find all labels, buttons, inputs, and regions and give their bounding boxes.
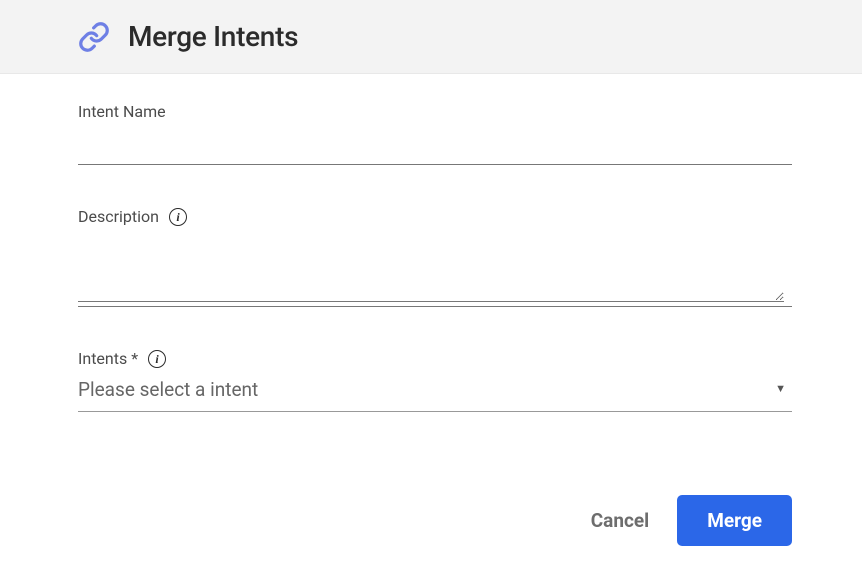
field-intents: Intents * i Please select a intent ▼ (78, 349, 784, 412)
intent-name-label: Intent Name (78, 102, 784, 121)
dialog-actions: Cancel Merge (591, 495, 792, 546)
intents-select[interactable]: Please select a intent ▼ (78, 376, 792, 412)
description-label-text: Description (78, 207, 159, 226)
chevron-down-icon: ▼ (775, 382, 786, 395)
description-wrap (78, 232, 792, 307)
intents-label-text: Intents * (78, 349, 138, 368)
description-label: Description i (78, 207, 784, 226)
form-area: Intent Name Description i Intents * i Pl… (0, 74, 862, 412)
cancel-button[interactable]: Cancel (591, 509, 649, 532)
info-icon[interactable]: i (148, 350, 166, 368)
field-intent-name: Intent Name (78, 102, 784, 165)
dialog-header: Merge Intents (0, 0, 862, 74)
intents-select-placeholder: Please select a intent (78, 378, 258, 401)
merge-button[interactable]: Merge (677, 495, 792, 546)
description-input[interactable] (78, 232, 784, 302)
info-icon[interactable]: i (169, 208, 187, 226)
intent-name-input[interactable] (78, 127, 792, 165)
dialog-title: Merge Intents (128, 20, 298, 53)
link-icon (78, 21, 110, 53)
field-description: Description i (78, 207, 784, 307)
intents-label: Intents * i (78, 349, 784, 368)
